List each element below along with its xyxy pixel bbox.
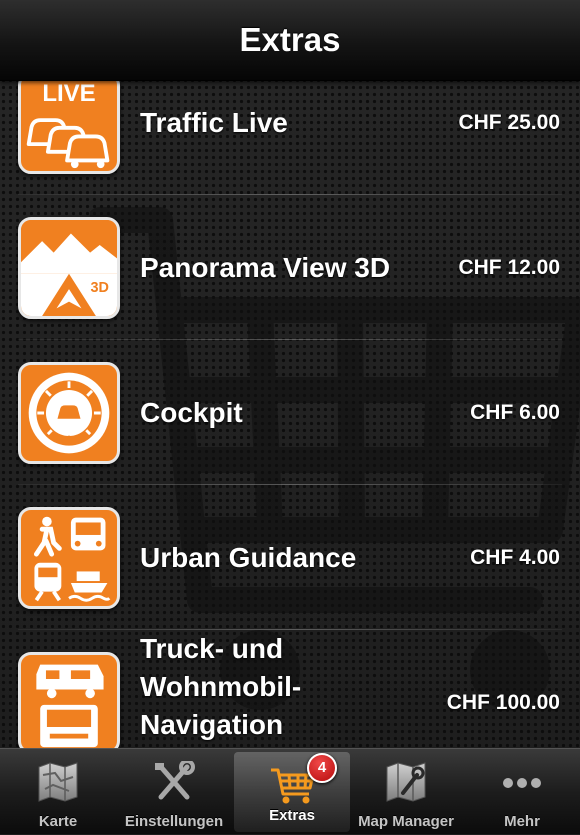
urban-transport-icon <box>18 507 120 609</box>
extra-price: CHF 12.00 <box>458 256 560 279</box>
extra-title: Panorama View 3D <box>140 252 391 283</box>
tab-einstellungen[interactable]: Einstellungen <box>116 749 232 835</box>
extra-title: Urban Guidance <box>140 542 357 573</box>
extra-price: CHF 6.00 <box>470 401 560 424</box>
extra-price: CHF 100.00 <box>446 691 560 714</box>
list-item-cockpit[interactable]: Cockpit CHF 6.00 <box>0 340 580 485</box>
extra-title: Cockpit <box>140 397 243 428</box>
tab-bar: Karte Einstellungen 4 Extras Map Manager… <box>0 748 580 834</box>
traffic-live-icon: LIVE <box>18 72 120 174</box>
tab-label: Einstellungen <box>124 813 224 830</box>
extra-title: Truck- und Wohnmobil- Navigation <box>140 630 301 744</box>
tab-extras[interactable]: 4 Extras <box>234 752 350 832</box>
map-icon <box>38 762 78 802</box>
list-item-panorama-view-3d[interactable]: 3D Panorama View 3D CHF 12.00 <box>0 195 580 340</box>
list-item-urban-guidance[interactable]: Urban Guidance CHF 4.00 <box>0 485 580 630</box>
tab-label: Map Manager <box>358 813 454 830</box>
more-dots-icon <box>503 778 541 788</box>
page-title: Extras <box>239 21 341 58</box>
extra-title: Traffic Live <box>140 107 288 138</box>
svg-text:LIVE: LIVE <box>42 80 95 107</box>
tools-icon <box>155 761 195 800</box>
extra-price: CHF 4.00 <box>470 546 560 569</box>
content-area: LIVE Traffic Live CHF 25.00 3D Panorama … <box>0 0 580 748</box>
panorama-3d-icon: 3D <box>18 217 120 319</box>
extra-price: CHF 25.00 <box>458 111 560 134</box>
tab-mehr[interactable]: Mehr <box>464 749 580 835</box>
cart-badge: 4 <box>307 753 337 783</box>
extra-title-line: Navigation <box>140 709 284 740</box>
tab-label: Karte <box>38 813 78 830</box>
truck-camper-icon <box>18 652 120 748</box>
tab-label: Extras <box>269 807 315 824</box>
list-item-truck-navigation[interactable]: Truck- und Wohnmobil- Navigation CHF 100… <box>0 630 580 748</box>
tab-karte[interactable]: Karte <box>0 749 116 835</box>
extras-list: LIVE Traffic Live CHF 25.00 3D Panorama … <box>0 50 580 748</box>
map-manager-icon <box>386 762 426 802</box>
cockpit-speedometer-icon <box>18 362 120 464</box>
tab-map-manager[interactable]: Map Manager <box>348 749 464 835</box>
extra-title-line: Wohnmobil- <box>140 671 302 702</box>
extra-title-line: Truck- und <box>140 633 284 664</box>
svg-text:3D: 3D <box>91 280 109 296</box>
tab-label: Mehr <box>504 813 540 830</box>
navigation-bar: Extras <box>0 0 580 81</box>
